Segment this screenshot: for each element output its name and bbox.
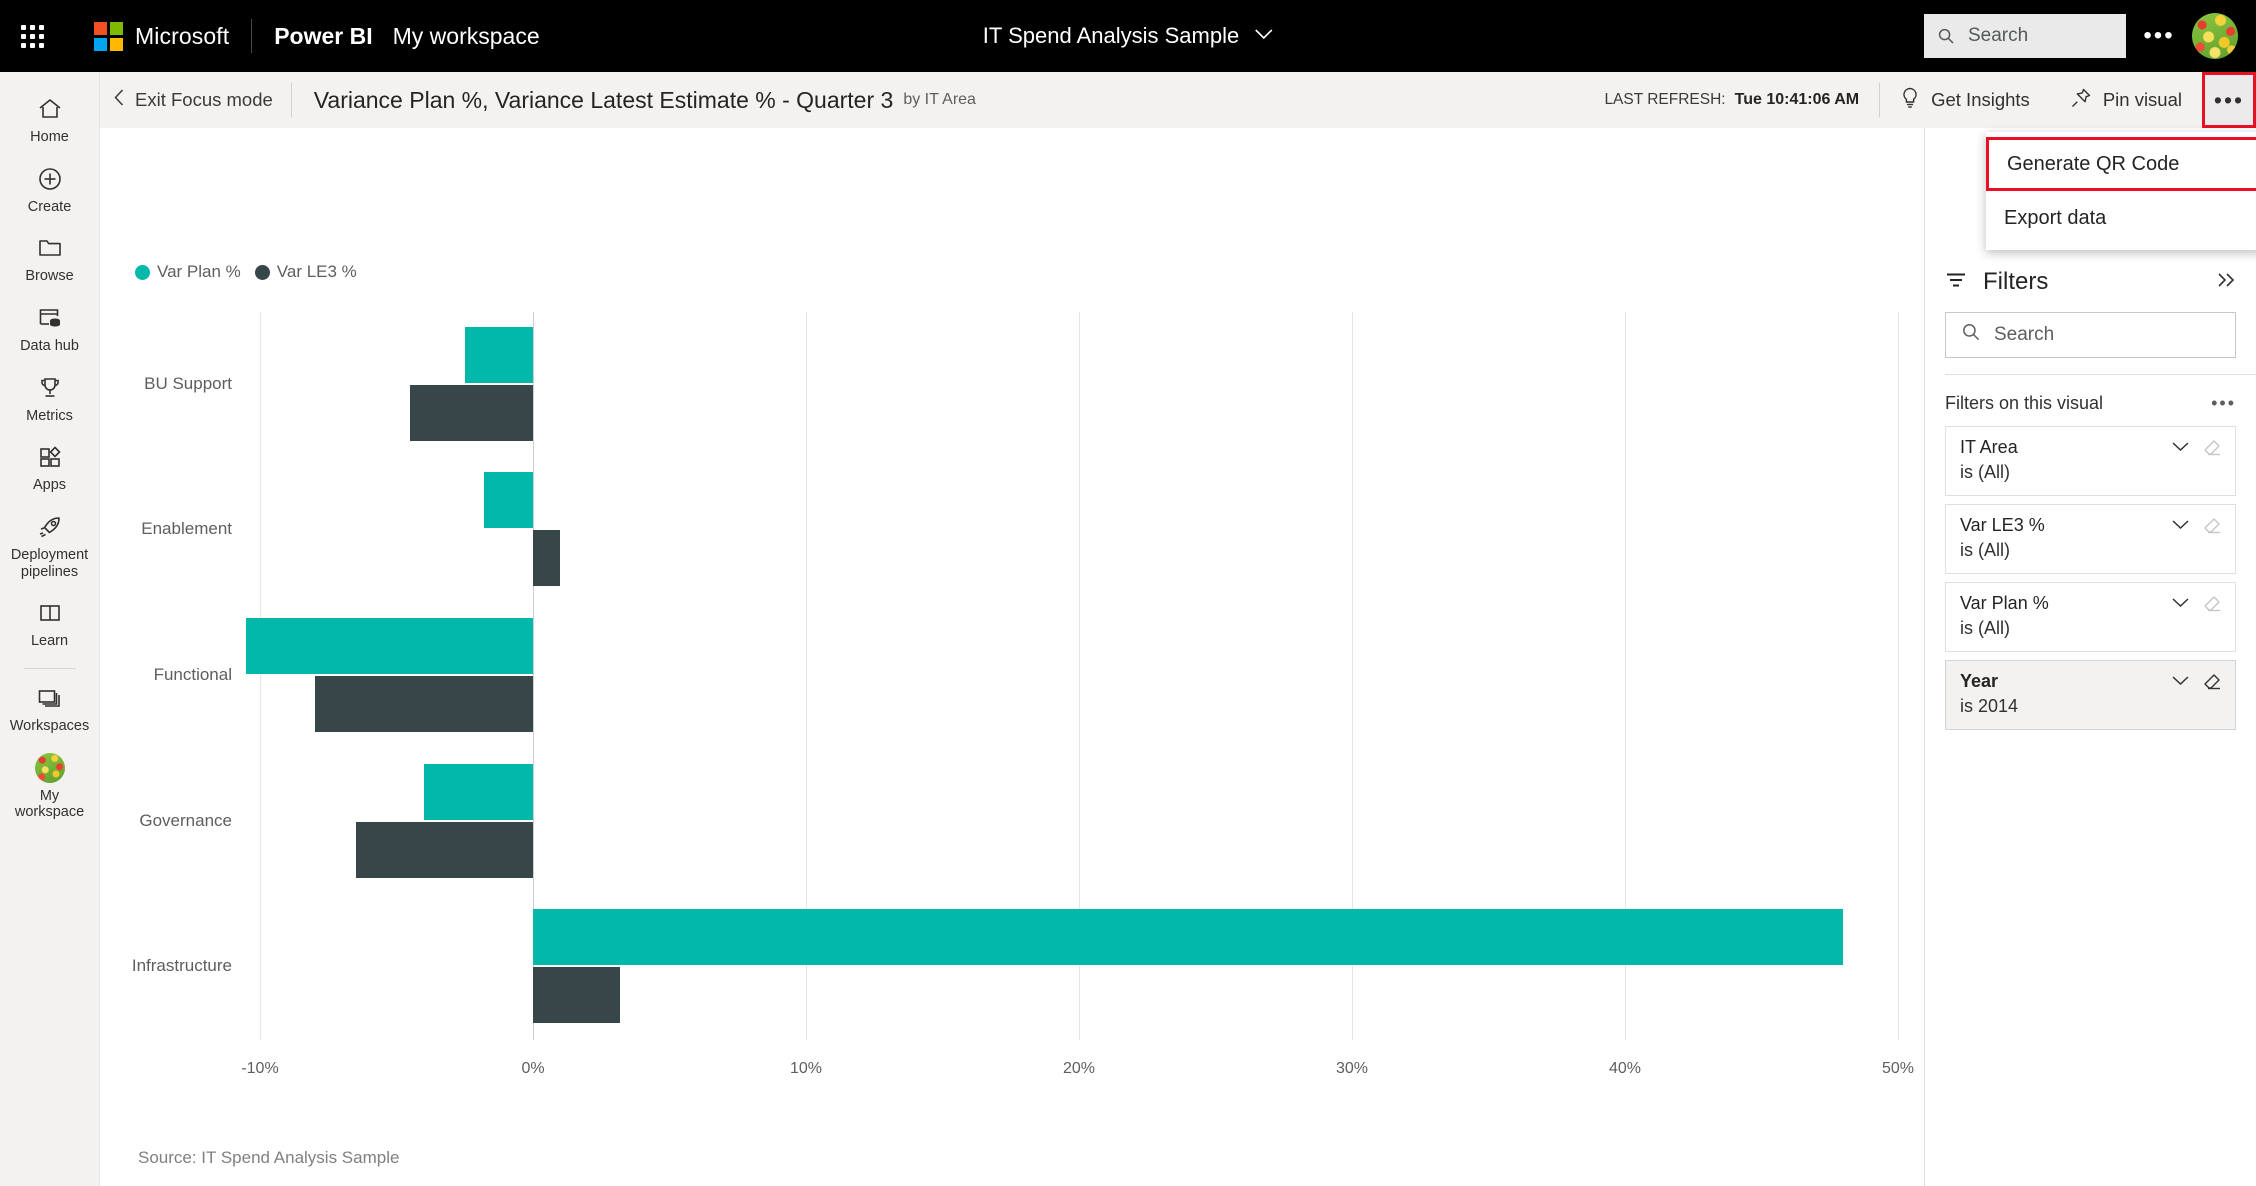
chart-bar[interactable] — [464, 326, 533, 383]
filter-card-var-plan[interactable]: Var Plan % is (All) — [1945, 582, 2236, 652]
chart-bar[interactable] — [410, 384, 533, 441]
filter-card-value: is 2014 — [1960, 696, 2019, 716]
clear-filter-icon[interactable] — [2201, 593, 2223, 618]
filters-section-label: Filters on this visual — [1945, 393, 2104, 413]
visual-more-options-button[interactable]: ••• — [2202, 72, 2256, 128]
y-axis-category-label: Functional — [153, 665, 232, 684]
chart-bar[interactable] — [483, 472, 533, 529]
global-search-input[interactable]: Search — [1924, 14, 2126, 58]
x-axis-tick-label: 30% — [1335, 1060, 1369, 1077]
search-icon — [1938, 28, 1954, 44]
filter-icon — [1945, 271, 1967, 294]
chevron-down-icon[interactable] — [2172, 517, 2189, 534]
chevron-down-icon[interactable] — [2172, 673, 2189, 690]
x-axis-tick-label: 20% — [1062, 1060, 1096, 1077]
chart-bar[interactable] — [314, 676, 533, 732]
filters-pane: Filters Search Filters on this visual ••… — [1924, 250, 2256, 1120]
x-axis-tick-label: 40% — [1608, 1060, 1642, 1077]
y-axis-category-label: Enablement — [141, 519, 232, 539]
filter-card-value: is (All) — [1960, 462, 2010, 482]
x-axis-tick-label: 0% — [521, 1060, 545, 1077]
chart-bar[interactable] — [423, 763, 533, 820]
x-axis-tick-label: 10% — [789, 1060, 823, 1077]
y-axis-category-label: Infrastructure — [131, 956, 232, 976]
visual-more-options-menu: Generate QR Code Export data — [1986, 132, 2256, 250]
filter-card-value: is (All) — [1960, 618, 2010, 638]
filter-card-year[interactable]: Year is 2014 — [1945, 660, 2236, 730]
chevron-down-icon[interactable] — [2172, 595, 2189, 612]
y-axis-category-label: Governance — [139, 810, 232, 830]
get-insights-label: Get Insights — [1931, 89, 2030, 110]
filters-section-more-button[interactable]: ••• — [2211, 393, 2236, 414]
filter-card-value: is (All) — [1960, 540, 2010, 560]
chart-gridline — [1898, 312, 1899, 1040]
filter-card-it-area[interactable]: IT Area is (All) — [1945, 426, 2236, 496]
clear-filter-icon[interactable] — [2201, 515, 2223, 540]
search-icon — [1962, 323, 1980, 347]
chevron-down-icon[interactable] — [2172, 439, 2189, 456]
pin-visual-label: Pin visual — [2102, 89, 2182, 110]
chart-bar[interactable] — [355, 821, 533, 878]
chart-bar[interactable] — [533, 909, 1844, 966]
top-bar-more-button[interactable]: ••• — [2136, 13, 2182, 59]
filter-card-var-le3[interactable]: Var LE3 % is (All) — [1945, 504, 2236, 574]
clear-filter-icon[interactable] — [2201, 437, 2223, 462]
menu-item-generate-qr-code[interactable]: Generate QR Code — [1986, 137, 2256, 191]
chart-gridline — [260, 312, 261, 1040]
pin-visual-button[interactable]: Pin visual — [2050, 72, 2202, 128]
chart-bar[interactable] — [533, 967, 621, 1024]
filters-search-placeholder: Search — [1994, 324, 2055, 345]
global-search-placeholder: Search — [1968, 25, 2029, 46]
filters-pane-title: Filters — [1983, 268, 2049, 295]
double-chevron-right-icon[interactable] — [2216, 271, 2236, 294]
bar-chart-plot-area[interactable]: -10% 0% 10% 20% 30% 40% 50% BU Support Enablemen… — [0, 0, 1924, 1077]
user-avatar[interactable] — [2192, 13, 2238, 59]
chart-source-note: Source: IT Spend Analysis Sample — [138, 1148, 400, 1167]
menu-item-export-data[interactable]: Export data — [1986, 191, 2256, 245]
x-axis-tick-label: -10% — [241, 1060, 279, 1077]
top-bar-right-group: Search ••• — [1924, 13, 2238, 59]
chart-bar[interactable] — [246, 618, 533, 674]
filters-search-input[interactable]: Search — [1945, 312, 2236, 358]
pin-icon — [2070, 87, 2092, 114]
filters-pane-header: Filters — [1925, 250, 2256, 310]
y-axis-category-label: BU Support — [144, 373, 232, 393]
clear-filter-icon[interactable] — [2201, 671, 2223, 696]
chart-bar[interactable] — [533, 530, 561, 587]
filters-section-header: Filters on this visual ••• — [1925, 375, 2256, 426]
